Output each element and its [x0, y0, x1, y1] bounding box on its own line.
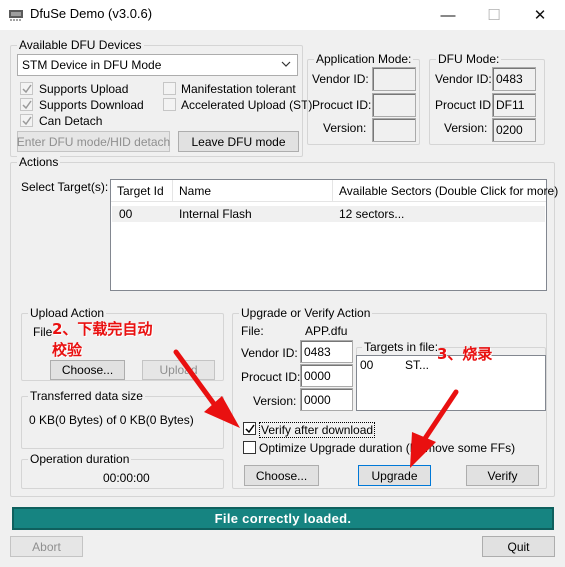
arrow-to-verify-checkbox: [173, 349, 240, 428]
arrow-to-upgrade-button: [410, 389, 459, 468]
annotation-arrows: [173, 349, 459, 468]
